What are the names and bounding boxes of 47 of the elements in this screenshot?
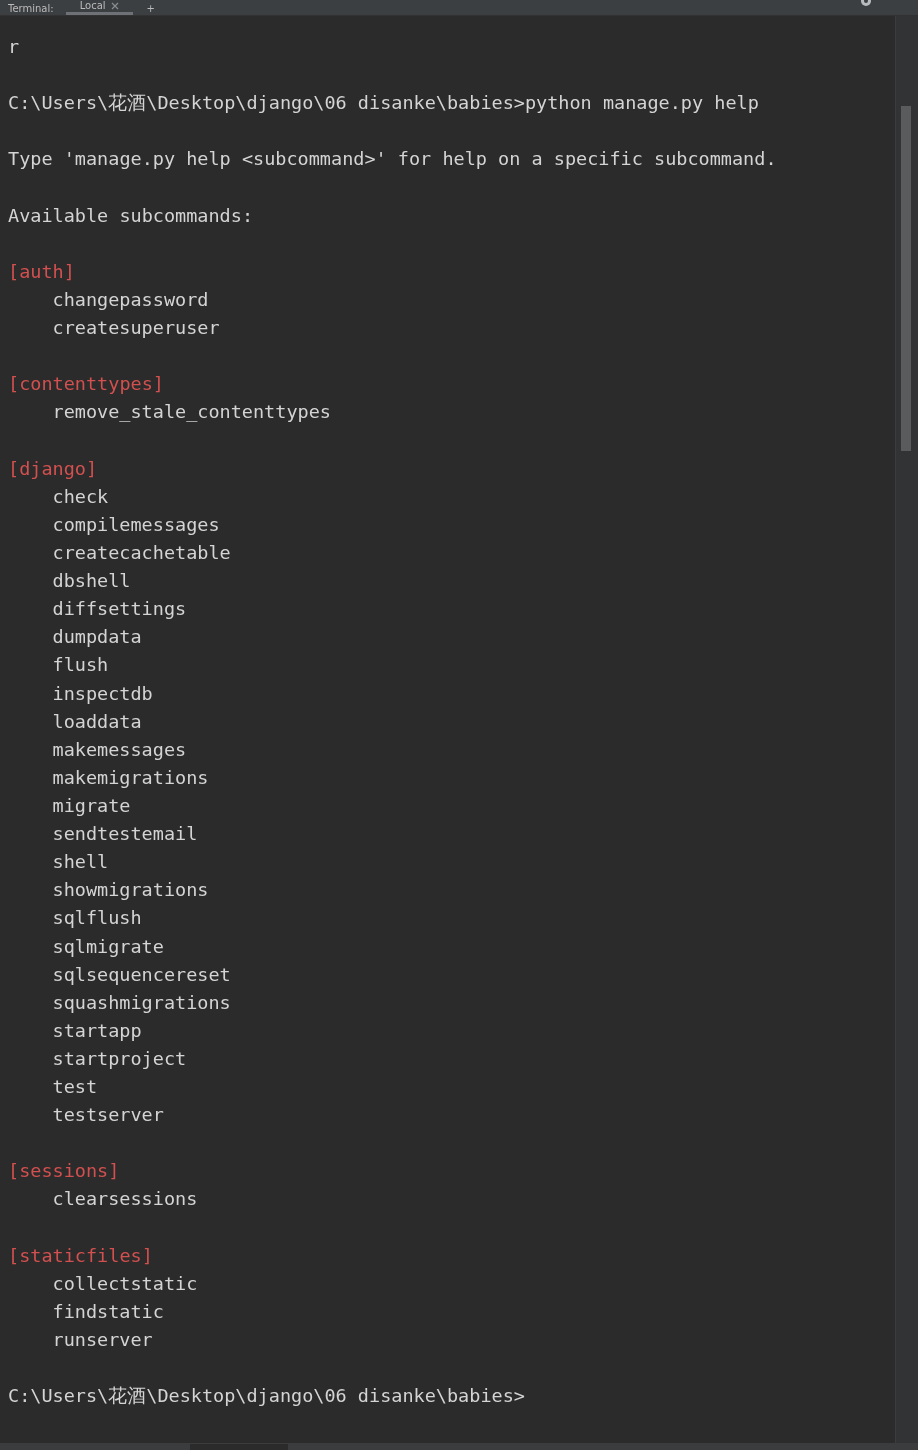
command-name: remove_stale_contenttypes [52, 401, 331, 423]
command-name: dumpdata [52, 626, 142, 648]
section-header: [contenttypes] [8, 373, 164, 395]
command-name: migrate [52, 794, 131, 816]
command-name: check [52, 485, 109, 507]
command-name: squashmigrations [52, 991, 231, 1013]
command-name: compilemessages [52, 513, 220, 535]
command-name: testserver [52, 1104, 164, 1126]
command-name: sendtestemail [52, 823, 198, 845]
terminal-tab[interactable]: Local [65, 0, 133, 15]
settings-icon[interactable] [859, 0, 873, 8]
section-header: [django] [8, 457, 98, 479]
panel-title: Terminal: [8, 3, 54, 15]
command-name: inspectdb [52, 682, 153, 704]
command-name: dbshell [52, 570, 131, 592]
prompt-line: C:\Users\花酒\Desktop\django\06 disanke\babies>python manage.py help [8, 92, 759, 114]
prompt-line: C:\Users\花酒\Desktop\django\06 disanke\babies> [8, 1385, 525, 1407]
new-tab-button[interactable]: + [146, 3, 155, 15]
section-header: [auth] [8, 260, 75, 282]
command-name: diffsettings [52, 598, 187, 620]
command-name: createsuperuser [52, 317, 220, 339]
output-line: Type 'manage.py help <subcommand>' for help on a specific subcommand. [8, 148, 777, 170]
close-icon[interactable] [110, 2, 119, 10]
command-name: startapp [52, 1019, 142, 1041]
output-line: Available subcommands: [8, 204, 254, 226]
command-name: clearsessions [52, 1188, 198, 1210]
command-name: shell [52, 851, 109, 873]
command-name: makemigrations [52, 766, 209, 788]
command-name: startproject [52, 1047, 187, 1069]
command-name: showmigrations [52, 879, 209, 901]
section-header: [staticfiles] [8, 1244, 153, 1266]
command-name: runserver [52, 1329, 153, 1351]
command-name: sqlflush [52, 907, 142, 929]
command-name: changepassword [52, 289, 209, 310]
scrollbar-thumb[interactable] [901, 106, 911, 451]
command-name: collectstatic [52, 1272, 198, 1294]
command-name: makemessages [52, 738, 187, 760]
command-name: sqlsequencereset [52, 963, 231, 985]
command-name: sqlmigrate [52, 935, 164, 957]
output-line: r [8, 36, 20, 57]
command-name: test [52, 1076, 98, 1098]
section-header: [sessions] [8, 1160, 120, 1182]
command-name: findstatic [52, 1300, 164, 1322]
command-name: createcachetable [52, 541, 231, 563]
vertical-scrollbar[interactable] [895, 16, 918, 1443]
command-name: flush [52, 654, 109, 676]
command-name: loaddata [52, 710, 142, 732]
